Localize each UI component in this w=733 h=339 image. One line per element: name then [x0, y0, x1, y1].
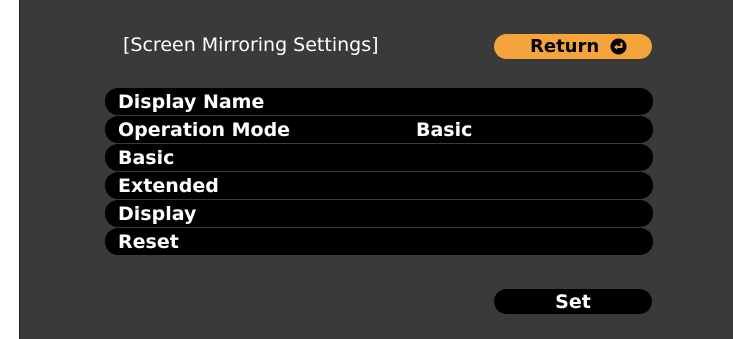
menu-item-label: Display Name	[118, 90, 265, 113]
menu-item-reset[interactable]: Reset	[105, 228, 653, 255]
return-button-label: Return	[530, 36, 600, 57]
menu-item-basic[interactable]: Basic	[105, 144, 653, 171]
menu-item-label: Basic	[118, 146, 175, 169]
menu-item-label: Reset	[118, 230, 179, 253]
enter-icon	[610, 38, 627, 55]
menu-item-label: Extended	[118, 174, 219, 197]
menu-item-operation-mode[interactable]: Operation Mode Basic	[105, 116, 653, 143]
screen-mirroring-settings-panel: [Screen Mirroring Settings] Return Displ…	[19, 0, 733, 339]
menu-item-value: Basic	[416, 118, 473, 141]
menu-item-extended[interactable]: Extended	[105, 172, 653, 199]
menu-item-label: Operation Mode	[118, 118, 291, 141]
return-button[interactable]: Return	[494, 34, 652, 59]
settings-menu: Display Name Operation Mode Basic Basic …	[105, 88, 653, 256]
menu-item-display[interactable]: Display	[105, 200, 653, 227]
set-button[interactable]: Set	[494, 289, 652, 314]
menu-item-display-name[interactable]: Display Name	[105, 88, 653, 115]
menu-item-label: Display	[118, 202, 197, 225]
page-title: [Screen Mirroring Settings]	[123, 34, 379, 56]
